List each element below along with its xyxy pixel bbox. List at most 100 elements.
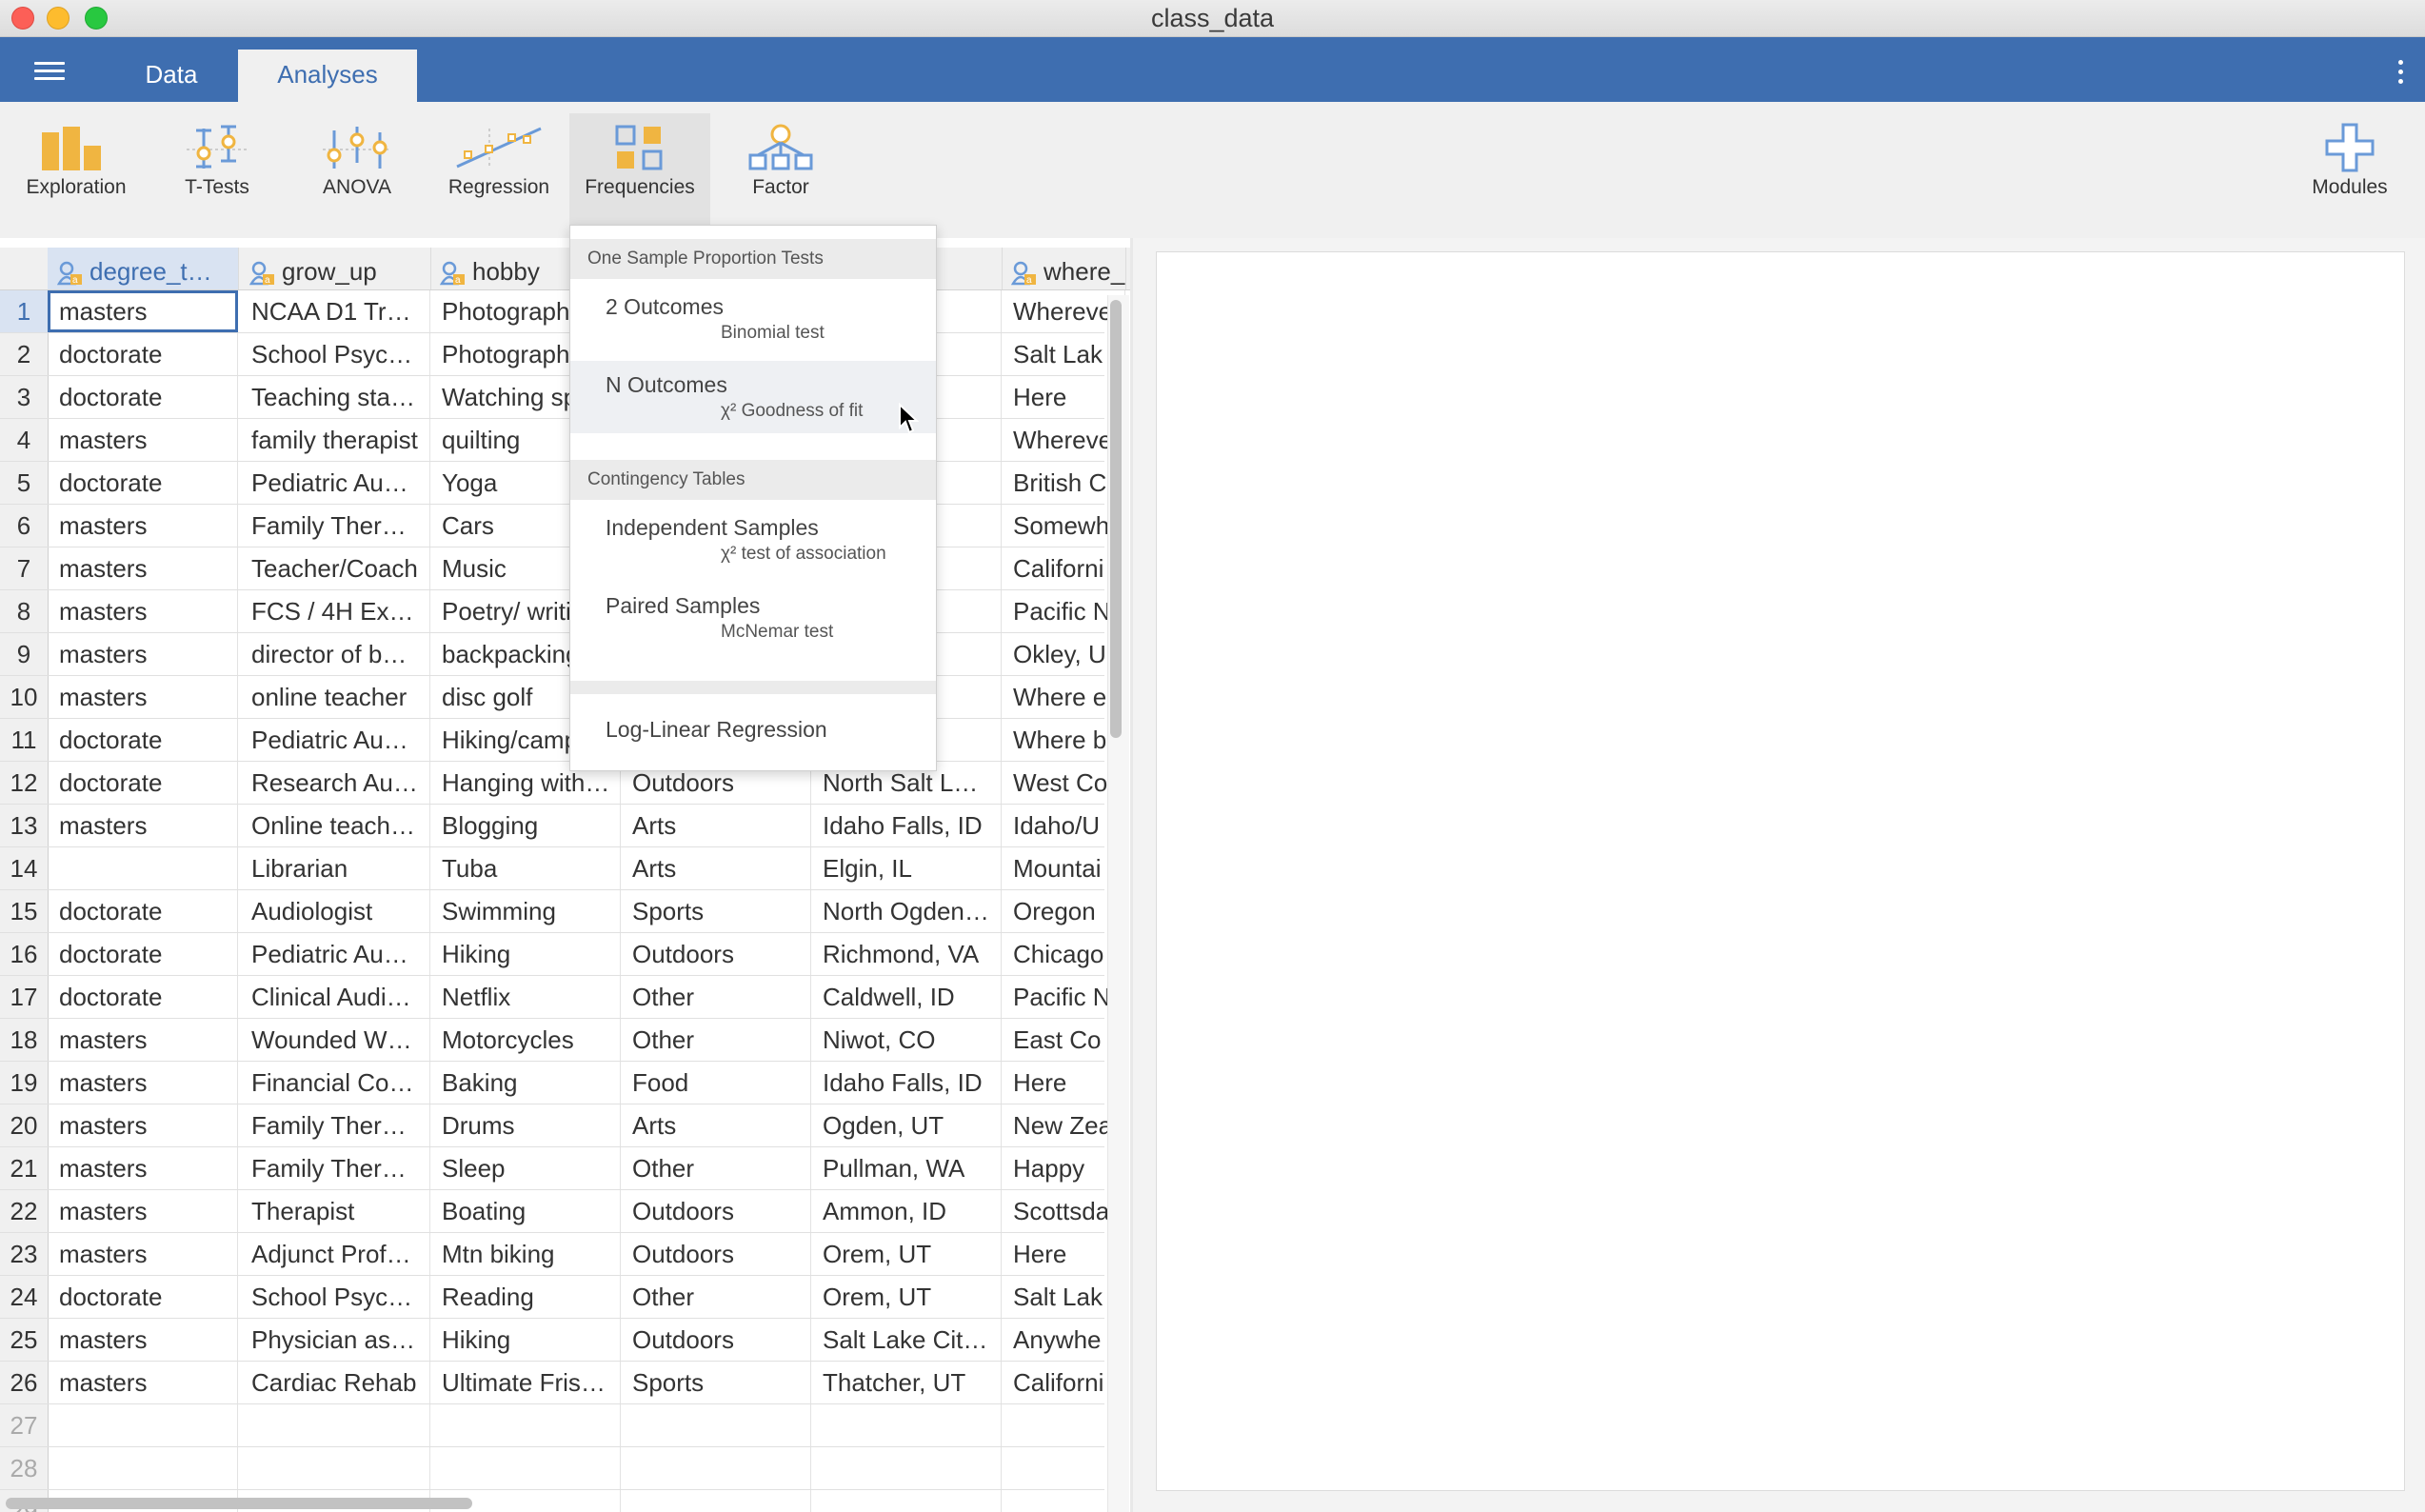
t-tests-button[interactable]: T-Tests	[164, 113, 270, 226]
table-cell[interactable]: School Psyc…	[240, 1276, 430, 1318]
table-cell[interactable]: Pediatric Au…	[240, 462, 430, 504]
corner-cell[interactable]	[0, 248, 49, 289]
table-cell[interactable]: masters	[48, 1190, 238, 1232]
table-cell[interactable]: Cardiac Rehab	[240, 1362, 430, 1403]
table-cell[interactable]: Thatcher, UT	[811, 1362, 1002, 1403]
menu-item-n-outcomes[interactable]: N Outcomes χ² Goodness of fit	[570, 361, 936, 433]
menu-item-2-outcomes[interactable]: 2 Outcomes Binomial test	[570, 283, 936, 355]
table-cell[interactable]: Orem, UT	[811, 1233, 1002, 1275]
exploration-button[interactable]: Exploration	[17, 113, 135, 226]
table-cell[interactable]	[621, 1490, 811, 1512]
row-number[interactable]: 1	[0, 290, 49, 332]
table-cell[interactable]: Mtn biking	[430, 1233, 621, 1275]
table-cell[interactable]: Wounded W…	[240, 1019, 430, 1061]
row-number[interactable]: 15	[0, 890, 49, 932]
table-cell[interactable]: Caldwell, ID	[811, 976, 1002, 1018]
table-cell[interactable]: Other	[621, 1019, 811, 1061]
row-number[interactable]: 3	[0, 376, 49, 418]
table-cell[interactable]: director of b…	[240, 633, 430, 675]
table-cell[interactable]	[621, 1404, 811, 1446]
table-cell[interactable]: Blogging	[430, 805, 621, 846]
regression-button[interactable]: Regression	[440, 113, 558, 226]
table-cell[interactable]: masters	[48, 676, 238, 718]
row-number[interactable]: 27	[0, 1404, 49, 1446]
table-cell[interactable]: Adjunct Prof…	[240, 1233, 430, 1275]
more-options-icon[interactable]	[2398, 60, 2404, 89]
table-cell[interactable]: Research Au…	[240, 762, 430, 804]
table-cell[interactable]: Pediatric Au…	[240, 719, 430, 761]
hamburger-menu-icon[interactable]	[34, 62, 65, 81]
menu-item-paired-samples[interactable]: Paired Samples McNemar test	[570, 582, 936, 654]
table-cell[interactable]: masters	[48, 805, 238, 846]
table-cell[interactable]: Hiking	[430, 1319, 621, 1361]
row-number[interactable]: 26	[0, 1362, 49, 1403]
table-cell[interactable]: Reading	[430, 1276, 621, 1318]
table-cell[interactable]: Teacher/Coach	[240, 547, 430, 589]
row-number[interactable]: 17	[0, 976, 49, 1018]
tab-analyses[interactable]: Analyses	[238, 50, 417, 102]
table-cell[interactable]: FCS / 4H Ex…	[240, 590, 430, 632]
table-cell[interactable]: Sleep	[430, 1147, 621, 1189]
table-cell[interactable]: Arts	[621, 805, 811, 846]
table-cell[interactable]: doctorate	[48, 462, 238, 504]
table-cell[interactable]: Niwot, CO	[811, 1019, 1002, 1061]
table-cell[interactable]: masters	[48, 1362, 238, 1403]
table-cell[interactable]: Elgin, IL	[811, 847, 1002, 889]
table-cell[interactable]: masters	[48, 1319, 238, 1361]
table-cell[interactable]	[430, 1404, 621, 1446]
row-number[interactable]: 12	[0, 762, 49, 804]
table-cell[interactable]: masters	[48, 1019, 238, 1061]
table-cell[interactable]: Clinical Audi…	[240, 976, 430, 1018]
tab-data[interactable]: Data	[124, 50, 219, 102]
row-number[interactable]: 23	[0, 1233, 49, 1275]
row-number[interactable]: 22	[0, 1190, 49, 1232]
row-number[interactable]: 24	[0, 1276, 49, 1318]
table-cell[interactable]: Financial Co…	[240, 1062, 430, 1104]
factor-button[interactable]: Factor	[729, 113, 832, 226]
table-cell[interactable]: masters	[48, 1104, 238, 1146]
table-cell[interactable]: doctorate	[48, 719, 238, 761]
table-cell[interactable]: Family Ther…	[240, 1104, 430, 1146]
row-number[interactable]: 21	[0, 1147, 49, 1189]
table-cell[interactable]: Idaho Falls, ID	[811, 1062, 1002, 1104]
menu-item-independent-samples[interactable]: Independent Samples χ² test of associati…	[570, 504, 936, 576]
table-cell[interactable]: Audiologist	[240, 890, 430, 932]
table-cell[interactable]: masters	[48, 547, 238, 589]
table-cell[interactable]: Librarian	[240, 847, 430, 889]
data-spreadsheet[interactable]: adegree_t…agrow_upahobbya_fr…awhere_ 1ma…	[0, 238, 1133, 1512]
table-cell[interactable]: Sports	[621, 1362, 811, 1403]
frequencies-button[interactable]: Frequencies	[569, 113, 710, 226]
table-cell[interactable]	[48, 847, 238, 889]
row-number[interactable]: 11	[0, 719, 49, 761]
table-cell[interactable]: Swimming	[430, 890, 621, 932]
table-cell[interactable]: Outdoors	[621, 1190, 811, 1232]
table-cell[interactable]: Arts	[621, 1104, 811, 1146]
table-cell[interactable]: Salt Lake Cit…	[811, 1319, 1002, 1361]
table-cell[interactable]: Arts	[621, 847, 811, 889]
table-cell[interactable]: Drums	[430, 1104, 621, 1146]
row-number[interactable]: 6	[0, 505, 49, 547]
table-cell[interactable]: Baking	[430, 1062, 621, 1104]
table-cell[interactable]	[48, 1404, 238, 1446]
modules-button[interactable]: Modules	[2296, 113, 2403, 226]
row-number[interactable]: 20	[0, 1104, 49, 1146]
table-cell[interactable]: Teaching sta…	[240, 376, 430, 418]
horizontal-scroll-thumb[interactable]	[6, 1498, 472, 1509]
row-number[interactable]: 4	[0, 419, 49, 461]
table-cell[interactable]	[48, 1447, 238, 1489]
table-cell[interactable]	[240, 1404, 430, 1446]
table-cell[interactable]: Netflix	[430, 976, 621, 1018]
table-cell[interactable]: doctorate	[48, 762, 238, 804]
table-cell[interactable]	[240, 1447, 430, 1489]
table-cell[interactable]: doctorate	[48, 976, 238, 1018]
table-cell[interactable]: Orem, UT	[811, 1276, 1002, 1318]
table-cell[interactable]: masters	[48, 633, 238, 675]
table-cell[interactable]	[621, 1447, 811, 1489]
row-number[interactable]: 16	[0, 933, 49, 975]
table-cell[interactable]: Pullman, WA	[811, 1147, 1002, 1189]
row-number[interactable]: 9	[0, 633, 49, 675]
table-cell[interactable]: masters	[48, 590, 238, 632]
row-number[interactable]: 5	[0, 462, 49, 504]
table-cell[interactable]: Other	[621, 1147, 811, 1189]
table-cell[interactable]: doctorate	[48, 376, 238, 418]
